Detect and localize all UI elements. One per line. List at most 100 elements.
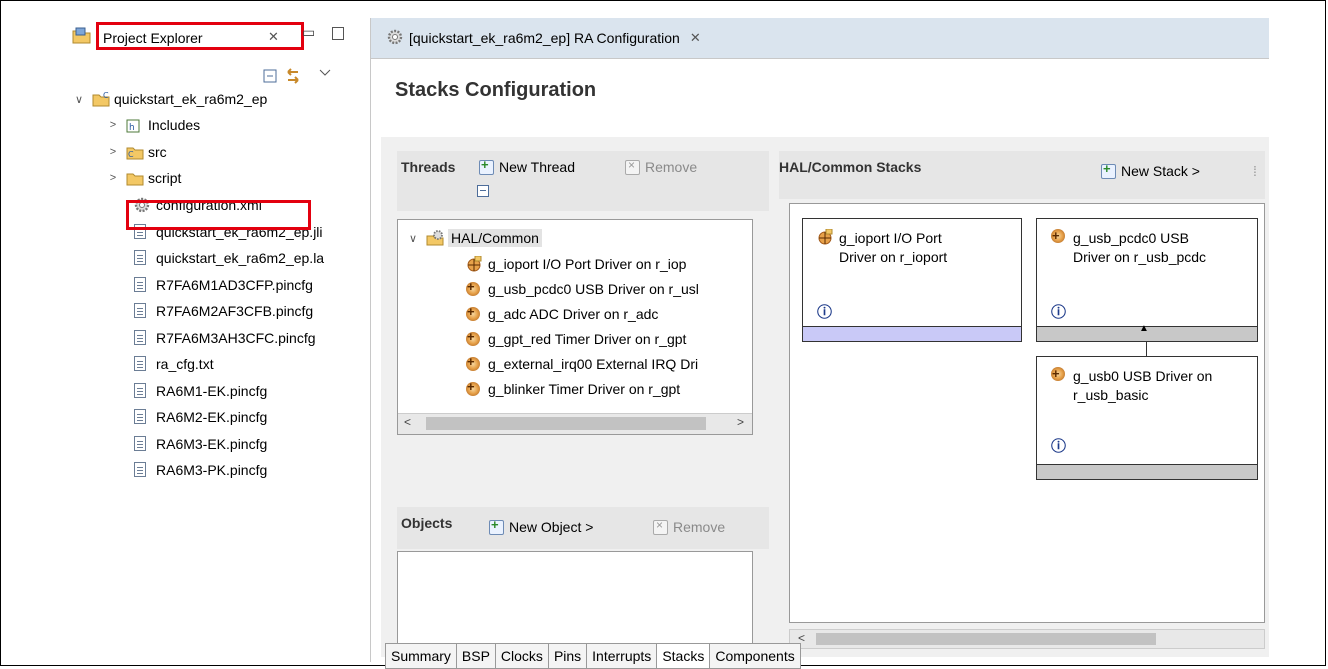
stack-card-ioport[interactable]: g_ioport I/O Port Driver on r_ioport ⓘ	[802, 218, 1022, 342]
new-object-button[interactable]: New Object >	[489, 517, 593, 535]
file-icon	[134, 250, 150, 266]
tab-interrupts[interactable]: Interrupts	[587, 644, 658, 668]
tab-pins[interactable]: Pins	[549, 644, 588, 668]
project-explorer-tab[interactable]: Project Explorer ✕ ▭	[66, 18, 362, 50]
svg-text:C: C	[128, 150, 134, 159]
new-stack-button[interactable]: New Stack >	[1101, 161, 1200, 179]
stacks-canvas: g_ioport I/O Port Driver on r_ioport ⓘ +…	[789, 203, 1265, 623]
tree-item-file[interactable]: RA6M3-PK.pincfg	[134, 457, 267, 483]
tab-summary[interactable]: Summary	[386, 644, 457, 668]
tree-item-driver[interactable]: g_ioport I/O Port Driver on r_iop	[466, 252, 686, 276]
chevron-down-icon[interactable]: ∨	[406, 232, 420, 245]
stack-card-usb-pcdc[interactable]: g_usb_pcdc0 USB Driver on r_usb_pcdc ⓘ ▲	[1036, 218, 1258, 342]
editor-tab-ra-configuration[interactable]: [quickstart_ek_ra6m2_ep] RA Configuratio…	[379, 18, 711, 58]
tree-item-file[interactable]: R7FA6M3AH3CFC.pincfg	[134, 325, 316, 351]
remove-object-button[interactable]: Remove	[653, 518, 725, 535]
tab-stacks[interactable]: Stacks	[657, 644, 711, 668]
tree-item-label: Includes	[148, 117, 201, 133]
tree-item-script[interactable]: > script	[106, 165, 182, 191]
scroll-right-icon[interactable]: >	[737, 415, 744, 429]
tree-item-file[interactable]: RA6M3-EK.pincfg	[134, 431, 267, 457]
tree-item-includes[interactable]: > h Includes	[106, 112, 200, 138]
add-icon	[479, 157, 494, 175]
file-icon	[134, 409, 150, 425]
stack-card-line1: g_usb_pcdc0 USB	[1073, 230, 1189, 246]
tree-item-file[interactable]: RA6M1-EK.pincfg	[134, 378, 267, 404]
objects-list	[397, 551, 753, 657]
chevron-down-icon[interactable]: ∨	[72, 93, 86, 106]
close-icon[interactable]: ✕	[690, 30, 701, 46]
tab-components[interactable]: Components	[710, 644, 799, 668]
maximize-icon[interactable]	[332, 27, 344, 40]
chevron-right-icon[interactable]: >	[106, 172, 120, 184]
scroll-left-icon[interactable]: <	[404, 415, 411, 429]
tree-item-label: R7FA6M3AH3CFC.pincfg	[156, 330, 316, 346]
driver-icon	[1051, 364, 1065, 383]
tree-item-file[interactable]: ra_cfg.txt	[134, 351, 214, 377]
chevron-right-icon[interactable]: >	[106, 146, 120, 158]
svg-text:h: h	[129, 123, 135, 133]
tree-item-label: R7FA6M2AF3CFB.pincfg	[156, 303, 314, 319]
tree-item-file[interactable]: RA6M2-EK.pincfg	[134, 404, 267, 430]
info-icon[interactable]: ⓘ	[1051, 435, 1066, 456]
file-icon	[134, 277, 150, 293]
tree-item-hal-common[interactable]: ∨ HAL/Common	[406, 226, 542, 250]
driver-icon	[466, 354, 480, 371]
tree-item-label: RA6M2-EK.pincfg	[156, 409, 268, 425]
tree-item-label: g_blinker Timer Driver on r_gpt	[488, 381, 681, 397]
tree-item-driver[interactable]: g_adc ADC Driver on r_adc	[466, 302, 658, 326]
new-thread-button[interactable]: New Thread	[479, 157, 576, 175]
tree-item-label: g_external_irq00 External IRQ Dri	[488, 356, 699, 372]
hal-common-stacks-panel: HAL/Common Stacks New Stack > ⁞	[779, 151, 1265, 657]
tree-item-driver[interactable]: g_external_irq00 External IRQ Dri	[466, 352, 698, 376]
scrollbar-thumb[interactable]	[816, 633, 1156, 645]
tab-bsp[interactable]: BSP	[457, 644, 496, 668]
svg-text:C: C	[103, 91, 109, 100]
tree-item-file[interactable]: quickstart_ek_ra6m2_ep.la	[134, 245, 324, 271]
info-icon[interactable]: ⓘ	[1051, 301, 1066, 322]
remove-thread-button[interactable]: Remove	[625, 158, 698, 175]
new-thread-label: New Thread	[499, 159, 576, 175]
view-menu-icon[interactable]	[319, 69, 331, 76]
stack-card-line2: Driver on r_ioport	[839, 249, 948, 265]
chevron-right-icon[interactable]: >	[106, 119, 120, 131]
stack-card-line2: Driver on r_usb_pcdc	[1073, 249, 1207, 265]
stack-card-footer	[803, 326, 1021, 341]
tree-item-file[interactable]: R7FA6M1AD3CFP.pincfg	[134, 272, 313, 298]
ioport-driver-icon	[466, 255, 482, 272]
minimize-icon[interactable]: ▭	[302, 24, 315, 41]
horizontal-scrollbar[interactable]: <	[789, 629, 1265, 649]
drag-handle-icon[interactable]: ⁞	[1253, 163, 1257, 179]
hal-stacks-header: HAL/Common Stacks New Stack > ⁞	[779, 151, 1265, 199]
horizontal-scrollbar[interactable]: < >	[398, 413, 752, 434]
tree-item-label: RA6M3-EK.pincfg	[156, 436, 268, 452]
tree-item-file[interactable]: R7FA6M2AF3CFB.pincfg	[134, 298, 313, 324]
info-icon[interactable]: ⓘ	[817, 301, 832, 322]
tree-item-project-root[interactable]: ∨ C quickstart_ek_ra6m2_ep	[72, 86, 267, 112]
tree-item-driver[interactable]: g_usb_pcdc0 USB Driver on r_usl	[466, 277, 699, 301]
editor-tab-title: [quickstart_ek_ra6m2_ep] RA Configuratio…	[409, 30, 680, 46]
tree-item-src[interactable]: > C src	[106, 139, 167, 165]
collapse-all-icon[interactable]	[263, 69, 277, 83]
expand-up-icon[interactable]: ▲	[1139, 323, 1149, 334]
scrollbar-thumb[interactable]	[426, 417, 706, 430]
tree-item-driver[interactable]: g_blinker Timer Driver on r_gpt	[466, 377, 680, 401]
tab-clocks[interactable]: Clocks	[496, 644, 549, 668]
tree-item-label: ra_cfg.txt	[156, 356, 214, 372]
objects-header: Objects New Object > Remove	[397, 507, 769, 549]
tree-item-driver[interactable]: g_gpt_red Timer Driver on r_gpt	[466, 327, 686, 351]
file-icon	[134, 462, 150, 478]
highlight-box	[96, 22, 304, 50]
driver-icon	[466, 279, 480, 296]
remove-thread-label: Remove	[645, 159, 698, 175]
editor-tab-bar: [quickstart_ek_ra6m2_ep] RA Configuratio…	[371, 18, 1269, 58]
editor-body: Stacks Configuration Threads New Thread …	[371, 58, 1269, 669]
tree-item-label: g_ioport I/O Port Driver on r_iop	[488, 256, 687, 272]
stack-card-footer	[1037, 464, 1257, 479]
link-with-editor-icon[interactable]	[287, 68, 299, 84]
hal-stacks-label: HAL/Common Stacks	[779, 159, 922, 175]
stack-card-usb-basic[interactable]: g_usb0 USB Driver on r_usb_basic ⓘ	[1036, 356, 1258, 480]
stack-card-line1: g_ioport I/O Port	[839, 230, 942, 246]
collapse-all-icon[interactable]	[477, 185, 489, 197]
folder-icon	[126, 170, 144, 186]
